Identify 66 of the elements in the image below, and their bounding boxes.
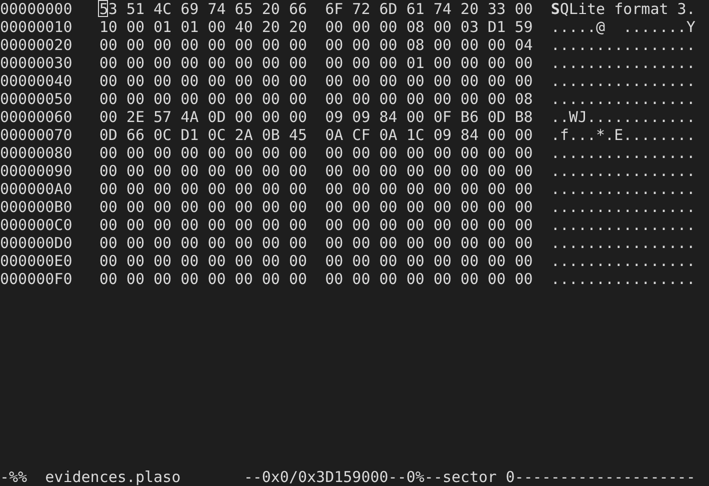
hex-bytes: 00 00 00 00 00 00 00 00 (99, 234, 308, 252)
hex-bytes: 00 00 00 00 00 00 00 00 (99, 54, 308, 72)
ascii-text: ................ (550, 36, 696, 54)
hex-bytes: 10 00 01 01 00 40 20 20 (99, 18, 308, 36)
ascii-text: ................ (550, 216, 696, 234)
ascii-text: ................ (550, 270, 696, 288)
offset-label: 00000060 (0, 108, 74, 126)
hex-bytes: 0A CF 0A 1C 09 84 00 00 (325, 126, 534, 144)
offset-label: 00000070 (0, 126, 74, 144)
hex-bytes: 00 00 00 00 00 00 00 00 (325, 144, 534, 162)
offset-label: 000000E0 (0, 252, 74, 270)
hex-bytes: 00 00 00 00 00 00 00 00 (99, 144, 308, 162)
ascii-text: ................ (550, 198, 696, 216)
ascii-text: ................ (550, 72, 696, 90)
offset-label: 00000020 (0, 36, 74, 54)
hex-bytes: 00 00 00 01 00 00 00 00 (325, 54, 534, 72)
offset-label: 00000080 (0, 144, 74, 162)
offset-label: 000000F0 (0, 270, 74, 288)
hex-bytes: 00 00 00 00 00 00 00 00 (99, 162, 308, 180)
hex-bytes: 00 00 00 00 00 00 00 00 (325, 180, 534, 198)
mode-indicator: -%% (0, 468, 28, 486)
offset-label: 000000C0 (0, 216, 74, 234)
offset-label: 00000090 (0, 162, 74, 180)
hex-bytes: 00 00 00 00 00 00 00 00 (99, 270, 308, 288)
hex-bytes: 00 00 00 00 00 00 00 00 (99, 252, 308, 270)
hex-bytes: 0D 66 0C D1 0C 2A 0B 45 (99, 126, 308, 144)
ascii-text: ................ (550, 234, 696, 252)
offset-label: 00000000 (0, 0, 74, 18)
offset-label: 00000010 (0, 18, 74, 36)
hex-bytes: 00 00 00 00 00 00 00 00 (99, 90, 308, 108)
ascii-text: ................ (550, 252, 696, 270)
hex-bytes: 00 00 00 00 00 00 00 00 (99, 72, 308, 90)
hex-bytes: 00 00 00 00 00 00 00 00 (99, 198, 308, 216)
offset-label: 00000050 (0, 90, 74, 108)
hex-bytes: 00 00 00 08 00 03 D1 59 (325, 18, 534, 36)
hex-bytes: 00 00 00 00 00 00 00 00 (325, 216, 534, 234)
ascii-text: ................ (550, 90, 696, 108)
offset-label: 000000B0 (0, 198, 74, 216)
ascii-text: .f...*.E........ (550, 126, 696, 144)
file-name: evidences.plaso (45, 468, 182, 486)
hex-bytes: 00 00 00 00 00 00 00 00 (99, 180, 308, 198)
hex-bytes: 00 00 00 08 00 00 00 04 (325, 36, 534, 54)
offset-label: 000000D0 (0, 234, 74, 252)
hex-bytes: 00 00 00 00 00 00 00 00 (99, 36, 308, 54)
ascii-text: .....@ .......Y (550, 18, 696, 36)
ascii-text: ..WJ............ (550, 108, 696, 126)
position-info: --0x0/0x3D159000--0%--sector 0-------------------- (244, 468, 696, 486)
ascii-text: ................ (550, 54, 696, 72)
ascii-text: ................ (550, 180, 696, 198)
ascii-text: SQLite format 3. (550, 0, 696, 18)
offset-label: 00000030 (0, 54, 74, 72)
ascii-text: ................ (550, 162, 696, 180)
hex-bytes: 09 09 84 00 0F B6 0D B8 (325, 108, 534, 126)
ascii-text: ................ (550, 144, 696, 162)
hex-bytes: 00 00 00 00 00 00 00 00 (325, 162, 534, 180)
hex-bytes: 00 00 00 00 00 00 00 00 (99, 216, 308, 234)
hex-bytes: 00 00 00 00 00 00 00 00 (325, 198, 534, 216)
offset-label: 00000040 (0, 72, 74, 90)
offset-label: 000000A0 (0, 180, 74, 198)
hex-bytes: 00 00 00 00 00 00 00 00 (325, 270, 534, 288)
hex-bytes: 00 00 00 00 00 00 00 00 (325, 72, 534, 90)
hex-bytes: 00 00 00 00 00 00 00 00 (325, 252, 534, 270)
hex-bytes: 6F 72 6D 61 74 20 33 00 (325, 0, 534, 18)
hex-bytes: 00 2E 57 4A 0D 00 00 00 (99, 108, 308, 126)
hex-bytes: 00 00 00 00 00 00 00 08 (325, 90, 534, 108)
hex-bytes: 00 00 00 00 00 00 00 00 (325, 234, 534, 252)
